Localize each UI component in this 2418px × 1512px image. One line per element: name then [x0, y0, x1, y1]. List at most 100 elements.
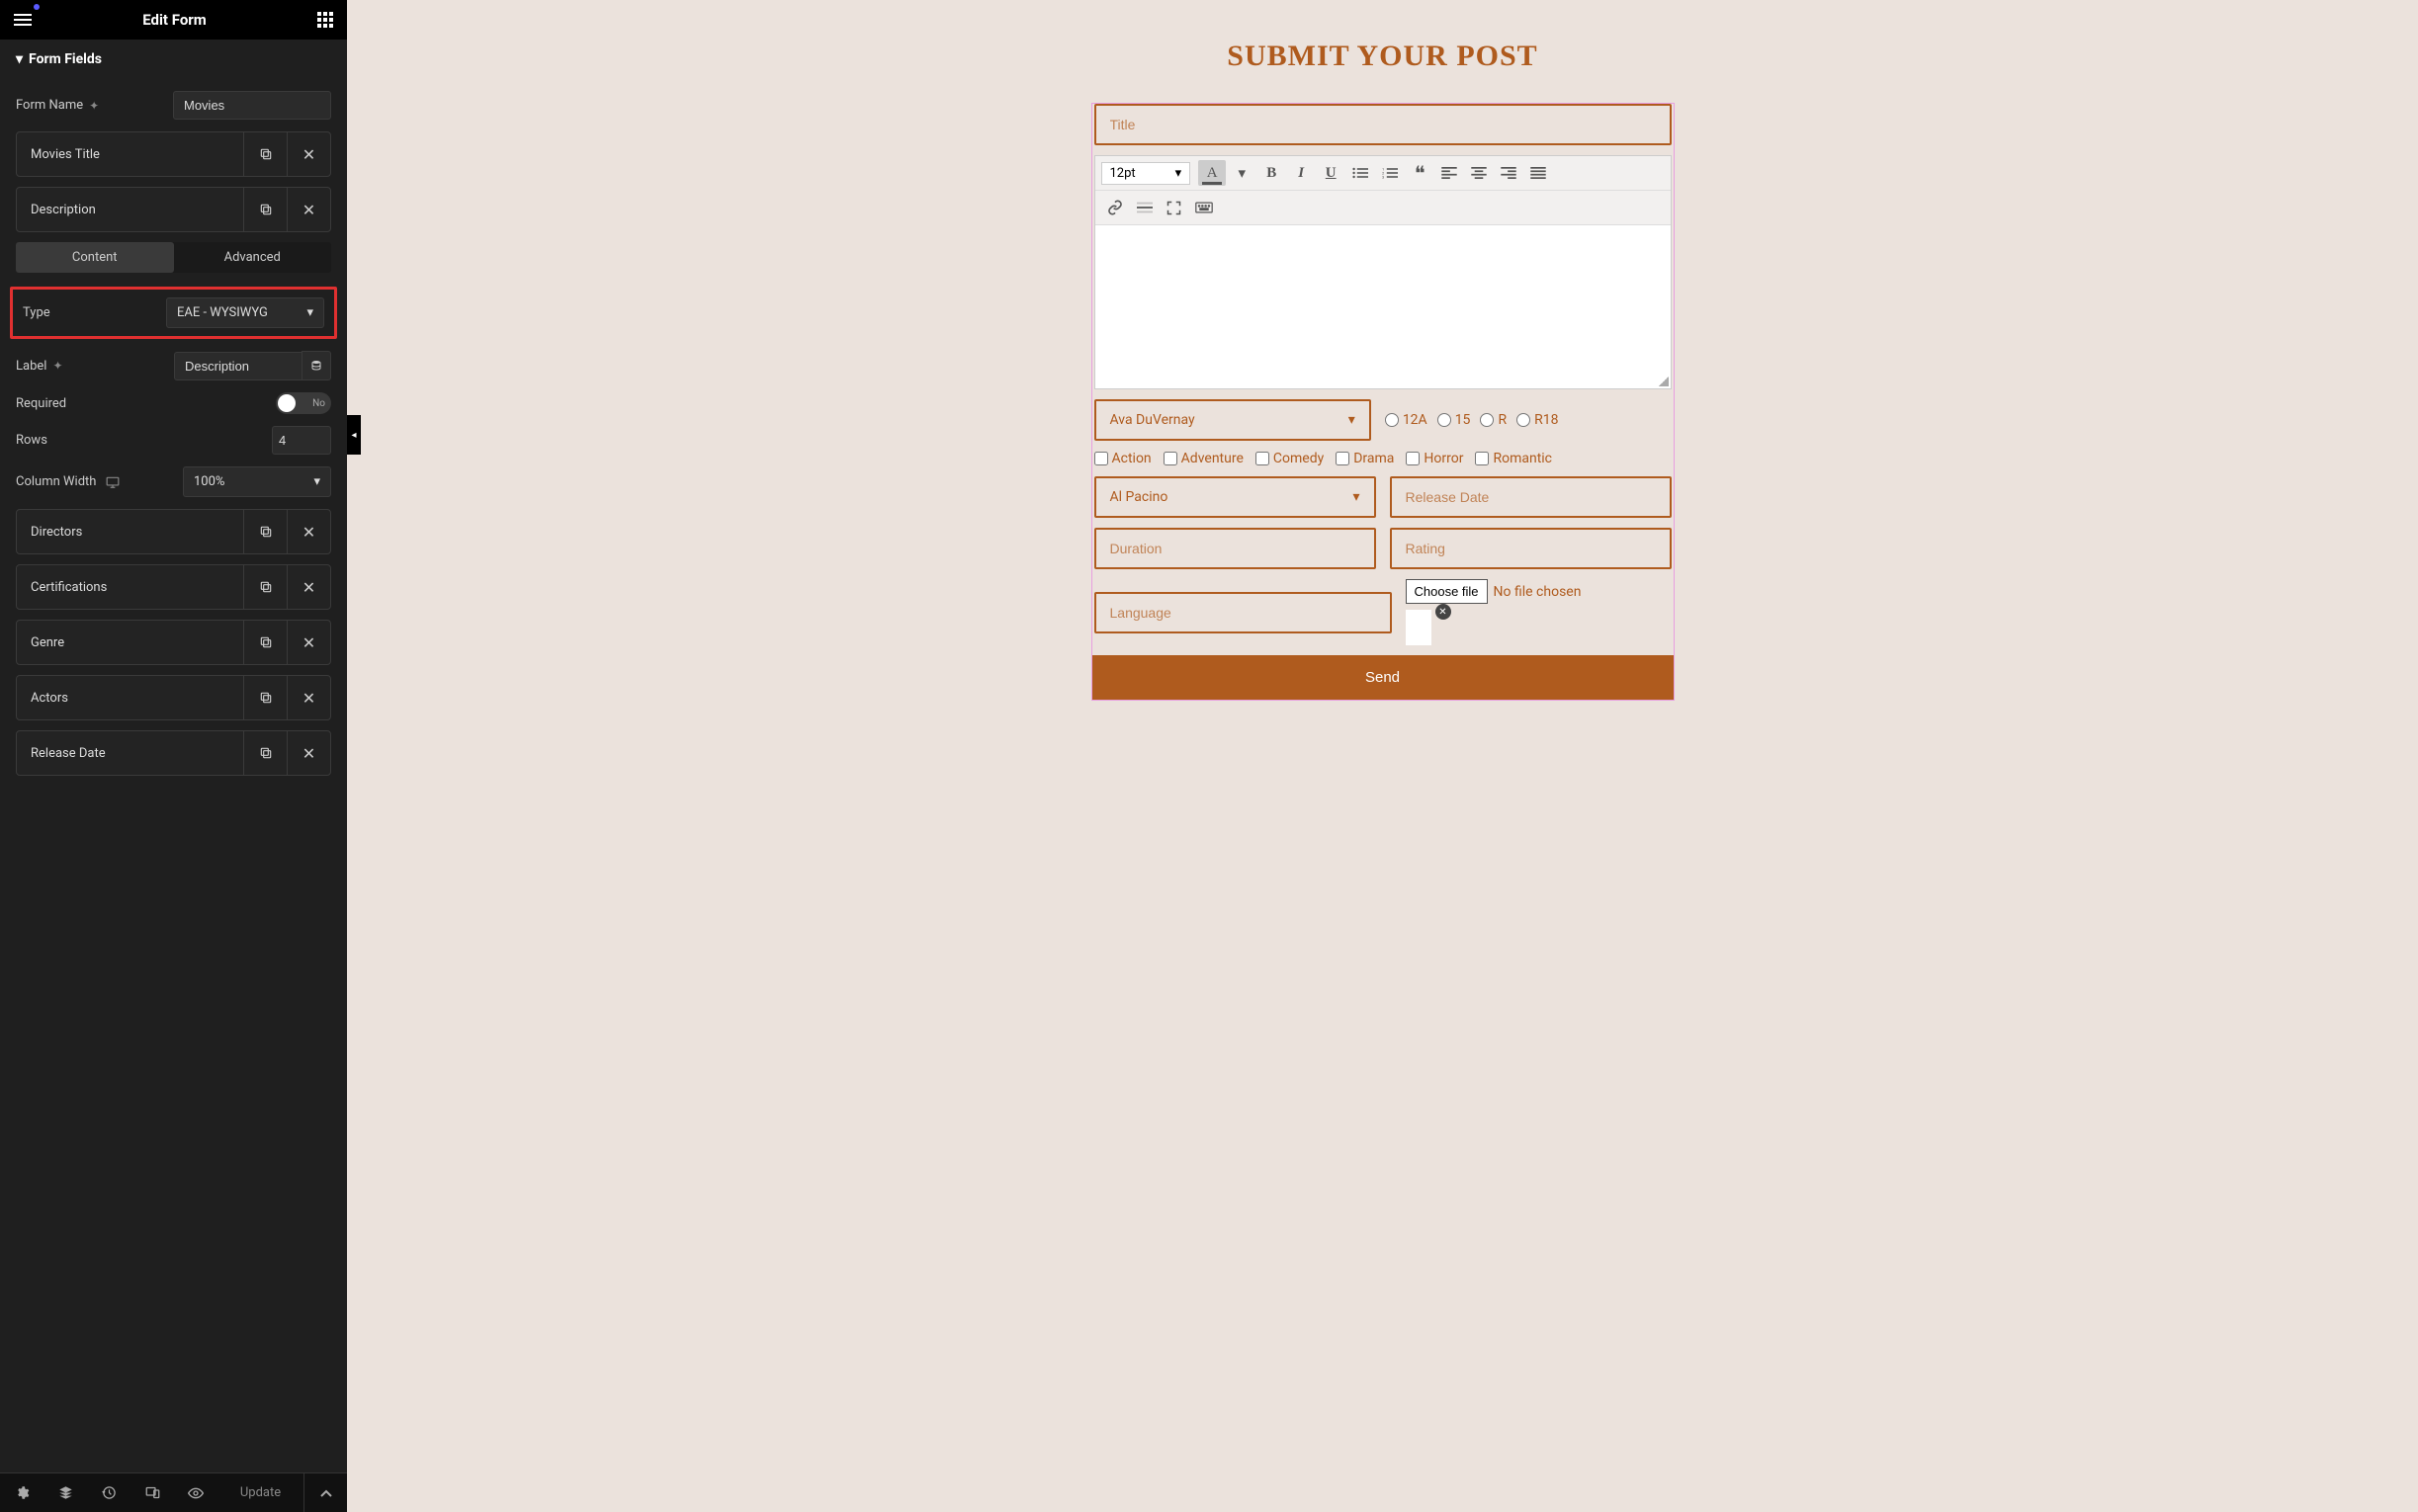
- desktop-icon[interactable]: [106, 476, 120, 488]
- check-romantic[interactable]: Romantic: [1475, 451, 1552, 466]
- check-drama[interactable]: Drama: [1336, 451, 1394, 466]
- actor-select[interactable]: Al Pacino ▾: [1094, 476, 1376, 518]
- type-row-highlight: Type EAE - WYSIWYG ▾: [10, 287, 337, 339]
- title-input[interactable]: [1094, 104, 1672, 145]
- director-select[interactable]: Ava DuVernay ▾: [1094, 399, 1371, 441]
- duplicate-icon[interactable]: [243, 565, 287, 609]
- check-comedy[interactable]: Comedy: [1255, 451, 1324, 466]
- form-name-label: Form Name: [16, 98, 83, 113]
- type-label: Type: [23, 305, 50, 320]
- tab-content[interactable]: Content: [16, 242, 174, 273]
- file-remove-icon[interactable]: ✕: [1435, 604, 1451, 620]
- update-button[interactable]: Update: [217, 1485, 303, 1500]
- required-toggle[interactable]: No: [276, 392, 331, 414]
- column-width-select[interactable]: 100% ▾: [183, 466, 331, 497]
- wysiwyg-toolbar-2: [1095, 191, 1671, 225]
- tab-advanced[interactable]: Advanced: [174, 242, 332, 273]
- bullet-list-icon[interactable]: [1346, 160, 1374, 186]
- align-left-icon[interactable]: [1435, 160, 1463, 186]
- release-date-input[interactable]: [1390, 476, 1672, 518]
- responsive-icon[interactable]: [130, 1473, 174, 1512]
- field-item-certifications[interactable]: Certifications ✕: [16, 564, 331, 610]
- close-icon[interactable]: ✕: [287, 676, 330, 719]
- file-preview-thumb: [1406, 610, 1431, 645]
- rows-input[interactable]: [272, 426, 331, 455]
- app-grid-icon[interactable]: [317, 12, 333, 28]
- close-icon[interactable]: ✕: [287, 565, 330, 609]
- radio-15[interactable]: 15: [1437, 412, 1471, 428]
- text-color-icon[interactable]: A: [1198, 160, 1226, 186]
- close-icon[interactable]: ✕: [287, 510, 330, 553]
- resize-handle[interactable]: [1659, 377, 1669, 386]
- duplicate-icon[interactable]: [243, 731, 287, 775]
- align-right-icon[interactable]: [1495, 160, 1522, 186]
- duplicate-icon[interactable]: [243, 621, 287, 664]
- field-item-genre[interactable]: Genre ✕: [16, 620, 331, 665]
- ai-sparkle-icon[interactable]: ✦: [52, 359, 62, 373]
- caret-down-icon[interactable]: ▾: [1228, 160, 1255, 186]
- section-header[interactable]: ▾ Form Fields: [0, 40, 347, 79]
- menu-icon[interactable]: [14, 14, 32, 26]
- field-item-release-date[interactable]: Release Date ✕: [16, 730, 331, 776]
- wysiwyg-toolbar: 12pt ▾ A ▾ B I U 123 ❝: [1095, 156, 1671, 191]
- choose-file-button[interactable]: Choose file: [1406, 579, 1488, 604]
- send-button[interactable]: Send: [1092, 655, 1674, 700]
- check-horror[interactable]: Horror: [1406, 451, 1463, 466]
- check-adventure[interactable]: Adventure: [1164, 451, 1244, 466]
- navigator-icon[interactable]: [43, 1473, 87, 1512]
- form-preview: SUBMIT YOUR POST 12pt ▾ A ▾ B I: [1091, 40, 1675, 1472]
- preview-icon[interactable]: [174, 1473, 217, 1512]
- rating-input[interactable]: [1390, 528, 1672, 569]
- label-input[interactable]: [174, 352, 302, 380]
- field-item-movies-title[interactable]: Movies Title ✕: [16, 131, 331, 177]
- duplicate-icon[interactable]: [243, 510, 287, 553]
- settings-icon[interactable]: [0, 1473, 43, 1512]
- field-item-label: Movies Title: [17, 147, 243, 162]
- check-action[interactable]: Action: [1094, 451, 1152, 466]
- keyboard-icon[interactable]: [1190, 195, 1218, 220]
- ai-sparkle-icon[interactable]: ✦: [89, 99, 99, 113]
- bold-icon[interactable]: B: [1257, 160, 1285, 186]
- required-row: Required No: [16, 392, 331, 414]
- language-input[interactable]: [1094, 592, 1392, 633]
- field-item-description[interactable]: Description ✕: [16, 187, 331, 232]
- history-icon[interactable]: [87, 1473, 130, 1512]
- type-select[interactable]: EAE - WYSIWYG ▾: [166, 297, 324, 328]
- collapse-panel-handle[interactable]: ◂: [347, 415, 361, 455]
- blockquote-icon[interactable]: ❝: [1406, 160, 1433, 186]
- duration-input[interactable]: [1094, 528, 1376, 569]
- duplicate-icon[interactable]: [243, 676, 287, 719]
- form-name-row: Form Name ✦: [16, 91, 331, 120]
- radio-r[interactable]: R: [1480, 412, 1507, 428]
- number-list-icon[interactable]: 123: [1376, 160, 1404, 186]
- duplicate-icon[interactable]: [243, 132, 287, 176]
- font-size-select[interactable]: 12pt ▾: [1101, 162, 1191, 185]
- close-icon[interactable]: ✕: [287, 731, 330, 775]
- underline-icon[interactable]: U: [1317, 160, 1344, 186]
- italic-icon[interactable]: I: [1287, 160, 1315, 186]
- column-width-label: Column Width: [16, 474, 96, 489]
- close-icon[interactable]: ✕: [287, 621, 330, 664]
- bottom-bar: Update: [0, 1472, 347, 1512]
- align-justify-icon[interactable]: [1524, 160, 1552, 186]
- fullscreen-icon[interactable]: [1161, 195, 1188, 220]
- column-width-row: Column Width 100% ▾: [16, 466, 331, 497]
- radio-r18[interactable]: R18: [1516, 412, 1558, 428]
- link-icon[interactable]: [1101, 195, 1129, 220]
- file-status: No file chosen: [1494, 584, 1582, 600]
- close-icon[interactable]: ✕: [287, 132, 330, 176]
- caret-down-icon: ▾: [1348, 412, 1355, 428]
- form-name-input[interactable]: [173, 91, 331, 120]
- radio-12a[interactable]: 12A: [1385, 412, 1427, 428]
- toggle-knob: [278, 394, 296, 412]
- dynamic-tag-icon[interactable]: [302, 351, 331, 380]
- duplicate-icon[interactable]: [243, 188, 287, 231]
- expand-up-icon[interactable]: [303, 1473, 347, 1512]
- align-center-icon[interactable]: [1465, 160, 1493, 186]
- close-icon[interactable]: ✕: [287, 188, 330, 231]
- hr-icon[interactable]: [1131, 195, 1159, 220]
- field-item-actors[interactable]: Actors ✕: [16, 675, 331, 720]
- type-select-value: EAE - WYSIWYG: [177, 305, 268, 320]
- wysiwyg-body[interactable]: [1095, 225, 1671, 388]
- field-item-directors[interactable]: Directors ✕: [16, 509, 331, 554]
